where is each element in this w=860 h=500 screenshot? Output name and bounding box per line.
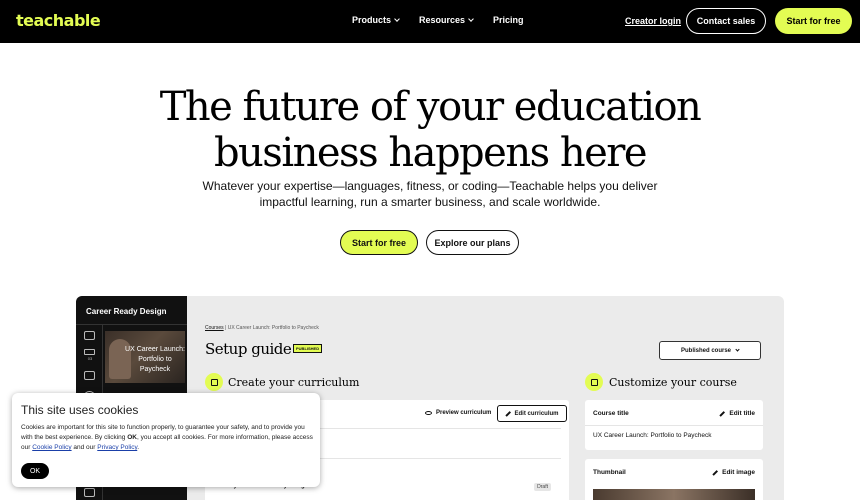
breadcrumb-current: UX Career Launch: Portfolio to Paycheck xyxy=(227,325,319,331)
home-icon[interactable] xyxy=(84,331,95,340)
nav-item-label: Resources xyxy=(419,15,466,25)
nav-item-products[interactable]: Products xyxy=(352,15,400,25)
divider xyxy=(585,425,763,426)
school-name: Career Ready Design xyxy=(86,307,167,316)
hero-title-line: The future of your education xyxy=(159,84,702,130)
hero-title: The future of your education business ha… xyxy=(0,84,860,176)
nav-item-label: Pricing xyxy=(493,15,524,25)
rail-label: 03 xyxy=(87,356,93,361)
hero-subtitle: Whatever your expertise—languages, fitne… xyxy=(200,178,660,210)
chevron-down-icon xyxy=(394,15,400,22)
cookie-text: Cookies are important for this site to f… xyxy=(21,423,313,453)
course-thumbnail[interactable]: UX Career Launch: Portfolio to Paycheck xyxy=(105,331,185,383)
cookie-text-part: and our xyxy=(71,444,98,451)
breadcrumb-separator: | xyxy=(225,325,227,331)
privacy-policy-link[interactable]: Privacy Policy xyxy=(97,444,137,451)
cookie-banner: This site uses cookies Cookies are impor… xyxy=(12,393,320,487)
pencil-icon xyxy=(719,410,726,417)
breadcrumb: Courses | UX Career Launch: Portfolio to… xyxy=(205,325,319,331)
edit-title-button[interactable]: Edit title xyxy=(719,410,755,417)
cookie-ok-button[interactable]: OK xyxy=(21,463,49,479)
explore-plans-button[interactable]: Explore our plans xyxy=(426,230,519,255)
devices-icon[interactable] xyxy=(84,371,95,380)
hero-title-line: business happens here xyxy=(213,130,648,176)
edit-curriculum-button[interactable]: Edit curriculum xyxy=(497,405,567,422)
curriculum-icon xyxy=(205,373,223,391)
cookie-text-bold: OK xyxy=(127,434,137,441)
chevron-down-icon xyxy=(468,15,474,22)
calendar-icon[interactable] xyxy=(84,488,95,497)
start-free-nav-button[interactable]: Start for free xyxy=(775,8,852,34)
creator-login-link[interactable]: Creator login xyxy=(625,16,681,26)
top-nav: teachable Products Resources Pricing Cre… xyxy=(0,0,860,43)
analytics-icon[interactable] xyxy=(84,349,95,355)
hero-subtitle-line: Whatever your expertise—languages, fitne… xyxy=(202,179,658,193)
course-title-value: UX Career Launch: Portfolio to Paycheck xyxy=(593,432,712,439)
hero-start-free-button[interactable]: Start for free xyxy=(340,230,418,255)
customize-section-title: Customize your course xyxy=(609,376,737,389)
nav-item-resources[interactable]: Resources xyxy=(419,15,474,25)
pencil-icon xyxy=(505,410,512,417)
customize-icon xyxy=(585,373,603,391)
cookie-title: This site uses cookies xyxy=(21,403,139,417)
thumbnail-image xyxy=(593,489,755,500)
hero-subtitle-line: impactful learning, run a smarter busine… xyxy=(259,195,601,209)
thumbnail-card: Thumbnail Edit image xyxy=(585,459,763,500)
contact-sales-button[interactable]: Contact sales xyxy=(686,8,766,34)
course-title-label: Course title xyxy=(593,410,629,417)
cookie-policy-link[interactable]: Cookie Policy xyxy=(32,444,71,451)
teachable-logo[interactable]: teachable xyxy=(16,11,101,30)
edit-title-label: Edit title xyxy=(729,410,755,417)
edit-curriculum-label: Edit curriculum xyxy=(514,410,559,417)
cookie-text-part: . xyxy=(137,444,140,451)
status-badge: PUBLISHED xyxy=(293,344,323,353)
edit-image-button[interactable]: Edit image xyxy=(712,469,755,476)
status-select-label: Published course xyxy=(680,347,731,354)
edit-image-label: Edit image xyxy=(722,469,755,476)
course-title-card: Course title Edit title UX Career Launch… xyxy=(585,400,763,450)
status-select[interactable]: Published course xyxy=(659,341,761,360)
nav-item-label: Products xyxy=(352,15,392,25)
preview-curriculum-button[interactable]: Preview curriculum xyxy=(425,410,491,416)
thumbnail-label: Thumbnail xyxy=(593,469,626,476)
chevron-down-icon xyxy=(735,346,740,352)
pencil-icon xyxy=(712,469,718,476)
page-title: Setup guide xyxy=(205,340,292,358)
eye-icon xyxy=(425,411,432,415)
course-thumb-title: UX Career Launch: Portfolio to Paycheck xyxy=(125,346,185,373)
nav-menu: Products Resources Pricing xyxy=(352,15,524,25)
curriculum-section-title: Create your curriculum xyxy=(228,376,360,389)
draft-badge: Draft xyxy=(534,483,551,491)
nav-item-pricing[interactable]: Pricing xyxy=(493,15,524,25)
preview-label: Preview curriculum xyxy=(436,410,492,416)
breadcrumb-courses-link[interactable]: Courses xyxy=(205,325,224,331)
